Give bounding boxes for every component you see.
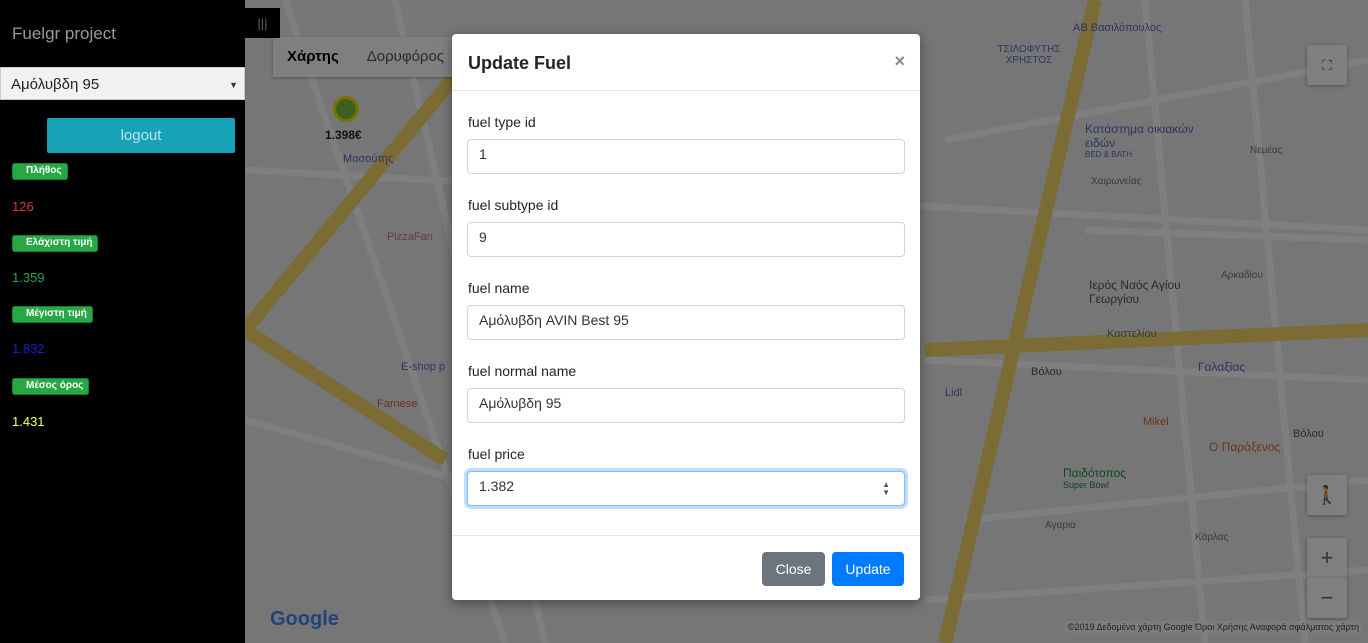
close-icon[interactable]: × (894, 51, 905, 72)
fuel-normal-name-input[interactable]: Αμόλυβδη 95 (467, 388, 905, 423)
stat-max-value: 1.832 (12, 341, 45, 356)
fuel-subtype-id-label: fuel subtype id (468, 197, 559, 213)
number-spinner-icon[interactable]: ▲ ▼ (882, 481, 890, 497)
sidebar: Fuelgr project Αμόλυβδη 95 ▼ logout Πλήθ… (0, 0, 245, 643)
logout-button[interactable]: logout (47, 118, 235, 153)
fuel-select-value: Αμόλυβδη 95 (11, 76, 100, 93)
update-button[interactable]: Update (832, 552, 904, 586)
update-fuel-modal: Update Fuel × fuel type id 1 fuel subtyp… (452, 34, 920, 600)
modal-footer: Close Update (452, 535, 920, 600)
chevron-down-icon: ▼ (229, 80, 238, 90)
stat-max-badge: Μέγιστη τιμή (12, 306, 93, 323)
stat-avg-value: 1.431 (12, 414, 45, 429)
stat-count-value: 126 (12, 199, 34, 214)
stat-count-badge: Πλήθος (12, 163, 68, 180)
fuel-name-label: fuel name (468, 280, 530, 296)
fuel-price-label: fuel price (468, 446, 525, 462)
fuel-subtype-id-input[interactable]: 9 (467, 222, 905, 257)
fuel-name-input[interactable]: Αμόλυβδη AVIN Best 95 (467, 305, 905, 340)
brand-title: Fuelgr project (12, 24, 116, 43)
fuel-normal-name-label: fuel normal name (468, 363, 577, 379)
stat-avg-badge: Μέσος όρος (12, 378, 90, 395)
fuel-type-select[interactable]: Αμόλυβδη 95 ▼ (0, 67, 245, 100)
app-root: Fuelgr project Αμόλυβδη 95 ▼ logout Πλήθ… (0, 0, 1368, 643)
fuel-price-value: 1.382 (479, 478, 515, 494)
fuel-type-id-input[interactable]: 1 (467, 139, 905, 174)
close-button[interactable]: Close (762, 552, 825, 586)
fuel-price-input[interactable]: 1.382 ▲ ▼ (467, 471, 905, 506)
fuel-type-id-label: fuel type id (468, 114, 536, 130)
stat-min-value: 1.359 (12, 270, 45, 285)
modal-title: Update Fuel (468, 53, 572, 73)
modal-header: Update Fuel × (452, 34, 920, 91)
stat-min-badge: Ελάχιστη τιμή (12, 235, 99, 252)
